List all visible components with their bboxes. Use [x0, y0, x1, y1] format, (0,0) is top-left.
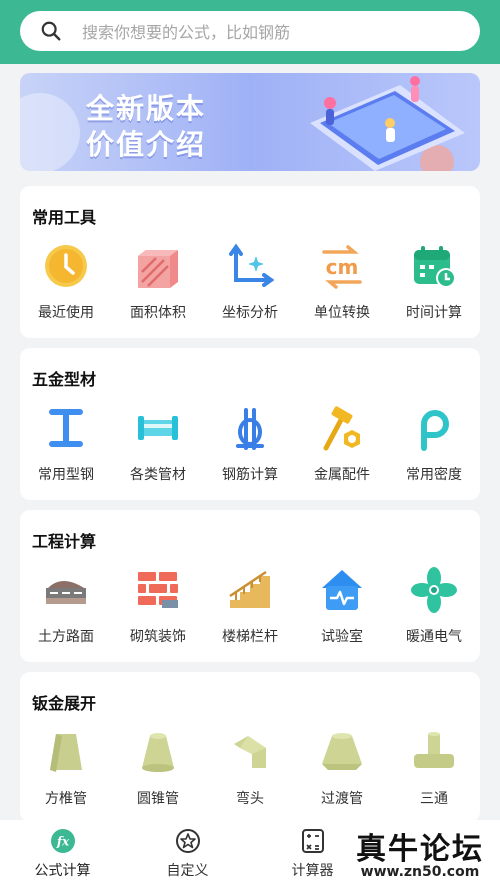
tool-label: 单位转换 — [314, 305, 370, 321]
brick-wall-icon — [134, 566, 182, 614]
section-title: 五金型材 — [32, 370, 97, 389]
tool-label: 最近使用 — [38, 305, 94, 321]
cube-icon — [134, 242, 182, 290]
tool-label: 砌筑装饰 — [130, 629, 186, 645]
elbow-icon — [226, 728, 274, 776]
banner-title-line1: 全新版本 — [86, 92, 207, 125]
tool-label: 试验室 — [321, 629, 363, 645]
search-icon — [41, 21, 61, 41]
clock-icon — [42, 242, 90, 290]
tool-label: 各类管材 — [130, 467, 186, 483]
fx-icon: fx — [50, 829, 75, 853]
tool-pipes[interactable]: 各类管材 — [112, 404, 204, 484]
hammer-nut-icon — [318, 404, 366, 452]
section-hardware-profiles: 五金型材 常用型钢 各类管材 钢筋计算 金属配件 常用密度 — [20, 348, 480, 500]
tool-area-volume[interactable]: 面积体积 — [112, 242, 204, 322]
tool-recent[interactable]: 最近使用 — [20, 242, 112, 322]
tab-formula-calc[interactable]: fx 公式计算 — [0, 820, 125, 888]
section-engineering-calc: 工程计算 土方路面 砌筑装饰 楼梯栏杆 试验室 暖通电气 — [20, 510, 480, 662]
pipe-icon — [134, 404, 182, 452]
tab-label: 计算器 — [291, 863, 334, 879]
tool-label: 三通 — [420, 791, 448, 807]
watermark-url: www.zn50.com — [360, 864, 480, 880]
tool-label: 金属配件 — [314, 467, 370, 483]
tool-label: 楼梯栏杆 — [222, 629, 278, 645]
tool-label: 常用型钢 — [38, 467, 94, 483]
section-title: 常用工具 — [32, 208, 97, 227]
tool-steel-section[interactable]: 常用型钢 — [20, 404, 112, 484]
i-beam-icon — [42, 404, 90, 452]
rho-icon — [410, 404, 458, 452]
tool-label: 常用密度 — [406, 467, 462, 483]
section-common-tools: 常用工具 最近使用 面积体积 坐标分析 cm 单位转换 时间计算 — [20, 186, 480, 338]
search-placeholder: 搜索你想要的公式，比如钢筋 — [82, 23, 291, 42]
tool-density[interactable]: 常用密度 — [388, 404, 480, 484]
tool-label: 土方路面 — [38, 629, 94, 645]
svg-text:cm: cm — [326, 255, 359, 279]
tool-metal-fittings[interactable]: 金属配件 — [296, 404, 388, 484]
tool-label: 弯头 — [236, 791, 264, 807]
tool-coordinate[interactable]: 坐标分析 — [204, 242, 296, 322]
tool-label: 方椎管 — [45, 791, 87, 807]
tee-icon — [410, 728, 458, 776]
fan-icon — [410, 566, 458, 614]
tab-label: 公式计算 — [34, 863, 91, 879]
section-title: 钣金展开 — [32, 694, 97, 713]
square-frustum-icon — [42, 728, 90, 776]
tool-label: 圆锥管 — [137, 791, 179, 807]
lab-house-icon — [318, 566, 366, 614]
tool-elbow[interactable]: 弯头 — [204, 728, 296, 808]
tab-custom[interactable]: 自定义 — [125, 820, 250, 888]
tool-square-frustum[interactable]: 方椎管 — [20, 728, 112, 808]
forum-watermark: 真牛论坛 www.zn50.com — [345, 822, 495, 882]
axis-icon — [226, 242, 274, 290]
tool-transition[interactable]: 过渡管 — [296, 728, 388, 808]
search-bar[interactable]: 搜索你想要的公式，比如钢筋 — [20, 11, 480, 51]
tool-label: 坐标分析 — [222, 305, 278, 321]
cone-frustum-icon — [134, 728, 182, 776]
stairs-icon — [226, 566, 274, 614]
tab-label: 自定义 — [166, 863, 209, 879]
tool-label: 钢筋计算 — [222, 467, 278, 483]
tool-unit-convert[interactable]: cm 单位转换 — [296, 242, 388, 322]
rebar-icon — [226, 404, 274, 452]
calculator-icon — [301, 829, 324, 853]
star-icon — [175, 829, 200, 853]
promo-banner[interactable]: 全新版本 价值介绍 — [20, 73, 480, 171]
tool-stairs-railing[interactable]: 楼梯栏杆 — [204, 566, 296, 646]
section-title: 工程计算 — [32, 532, 97, 551]
svg-text:fx: fx — [55, 835, 69, 849]
tool-tee[interactable]: 三通 — [388, 728, 480, 808]
top-bar: 搜索你想要的公式，比如钢筋 — [0, 0, 500, 64]
tool-label: 过渡管 — [321, 791, 363, 807]
tool-label: 暖通电气 — [406, 629, 462, 645]
cm-convert-icon: cm — [318, 242, 366, 290]
tool-label: 时间计算 — [406, 305, 462, 321]
tool-cone-frustum[interactable]: 圆锥管 — [112, 728, 204, 808]
tool-laboratory[interactable]: 试验室 — [296, 566, 388, 646]
road-icon — [42, 566, 90, 614]
tool-time-calc[interactable]: 时间计算 — [388, 242, 480, 322]
section-sheet-metal: 钣金展开 方椎管 圆锥管 弯头 过渡管 三通 — [20, 672, 480, 822]
banner-decoration — [20, 93, 80, 171]
tool-rebar[interactable]: 钢筋计算 — [204, 404, 296, 484]
tool-label: 面积体积 — [130, 305, 186, 321]
banner-phone-illustration — [310, 76, 465, 171]
tool-earthwork-road[interactable]: 土方路面 — [20, 566, 112, 646]
watermark-title: 真牛论坛 — [356, 832, 484, 867]
tool-hvac-electric[interactable]: 暖通电气 — [388, 566, 480, 646]
transition-icon — [318, 728, 366, 776]
tool-masonry[interactable]: 砌筑装饰 — [112, 566, 204, 646]
calendar-clock-icon — [410, 242, 458, 290]
banner-title-line2: 价值介绍 — [86, 128, 207, 161]
